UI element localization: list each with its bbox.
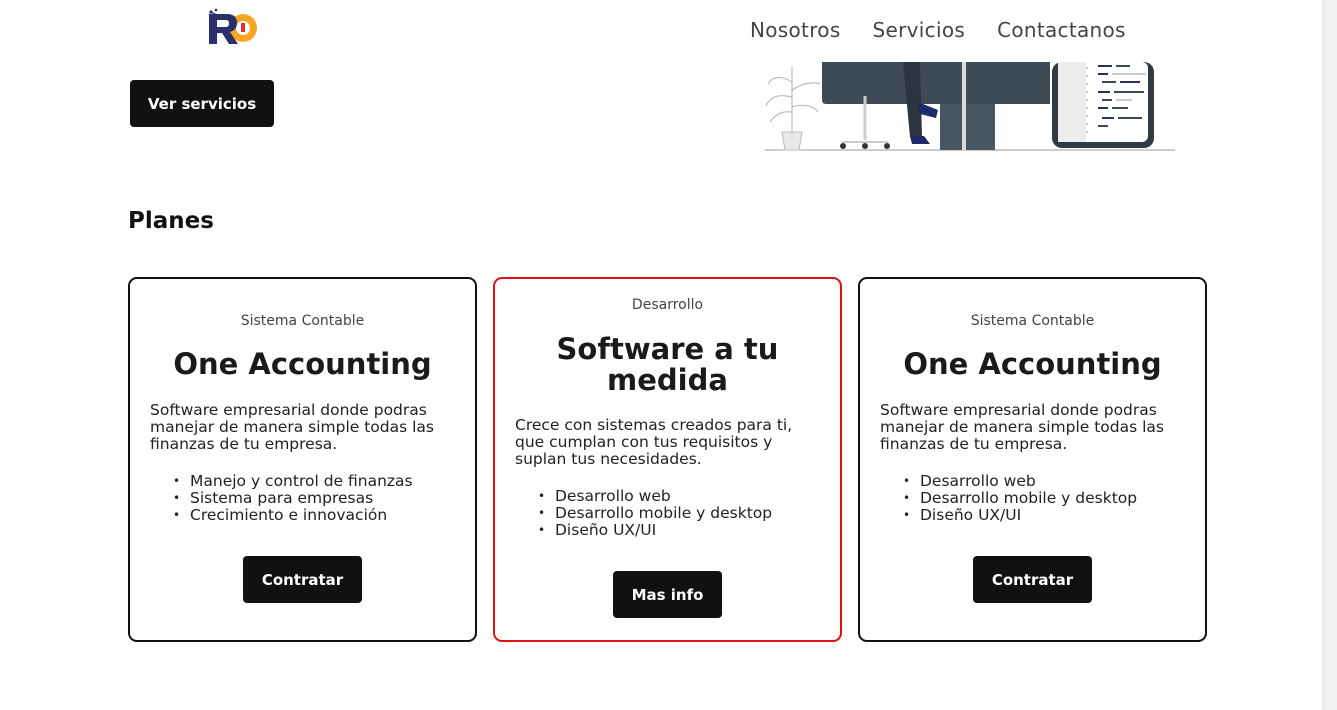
plan-feature-item: Manejo y control de finanzas [173,473,463,491]
plan-card-title: One Accounting [173,347,432,381]
plan-feature-list: Desarrollo web Desarrollo mobile y deskt… [903,473,1193,525]
plan-card-one-accounting-alt: Sistema Contable One Accounting Software… [858,277,1207,642]
contratar-button[interactable]: Contratar [973,556,1092,603]
plan-card-description: Software empresarial donde podras maneja… [150,401,434,453]
plan-feature-item: Crecimiento e innovación [173,507,463,525]
plan-feature-item: Diseño UX/UI [903,507,1193,525]
plan-feature-item: Desarrollo mobile y desktop [903,490,1193,508]
plan-card-one-accounting: Sistema Contable One Accounting Software… [128,277,477,642]
plan-feature-item: Desarrollo mobile y desktop [538,505,828,523]
plan-card-title: One Accounting [903,347,1162,381]
plan-feature-item: Desarrollo web [538,488,828,506]
nav-nosotros[interactable]: Nosotros [750,18,841,42]
nav-contactanos[interactable]: Contactanos [997,18,1126,42]
plan-card-software-a-tu-medida: Desarrollo Software a tu medida Crece co… [493,277,842,642]
plan-feature-item: Desarrollo web [903,473,1193,491]
company-logo[interactable] [205,8,261,48]
plan-card-description: Crece con sistemas creados para ti, que … [515,416,793,468]
contratar-button[interactable]: Contratar [243,556,362,603]
ver-servicios-button[interactable]: Ver servicios [130,80,274,127]
plan-feature-list: Desarrollo web Desarrollo mobile y deskt… [538,488,828,540]
plan-card-title: Software a tu medida [556,332,779,397]
page-scrollbar[interactable] [1322,0,1337,710]
plan-feature-list: Manejo y control de finanzas Sistema par… [173,473,463,525]
plan-card-kicker: Sistema Contable [240,313,365,329]
plans-section-title: Planes [128,208,214,234]
plan-card-description: Software empresarial donde podras maneja… [880,401,1164,453]
main-nav: Nosotros Servicios Contactanos [750,18,1126,42]
mas-info-button[interactable]: Mas info [613,571,722,618]
developer-at-desk-illustration [765,62,1175,151]
plan-feature-item: Diseño UX/UI [538,522,828,540]
plan-feature-item: Sistema para empresas [173,490,463,508]
plan-card-kicker: Sistema Contable [970,313,1095,329]
nav-servicios[interactable]: Servicios [873,18,966,42]
plan-card-kicker: Desarrollo [631,297,704,313]
